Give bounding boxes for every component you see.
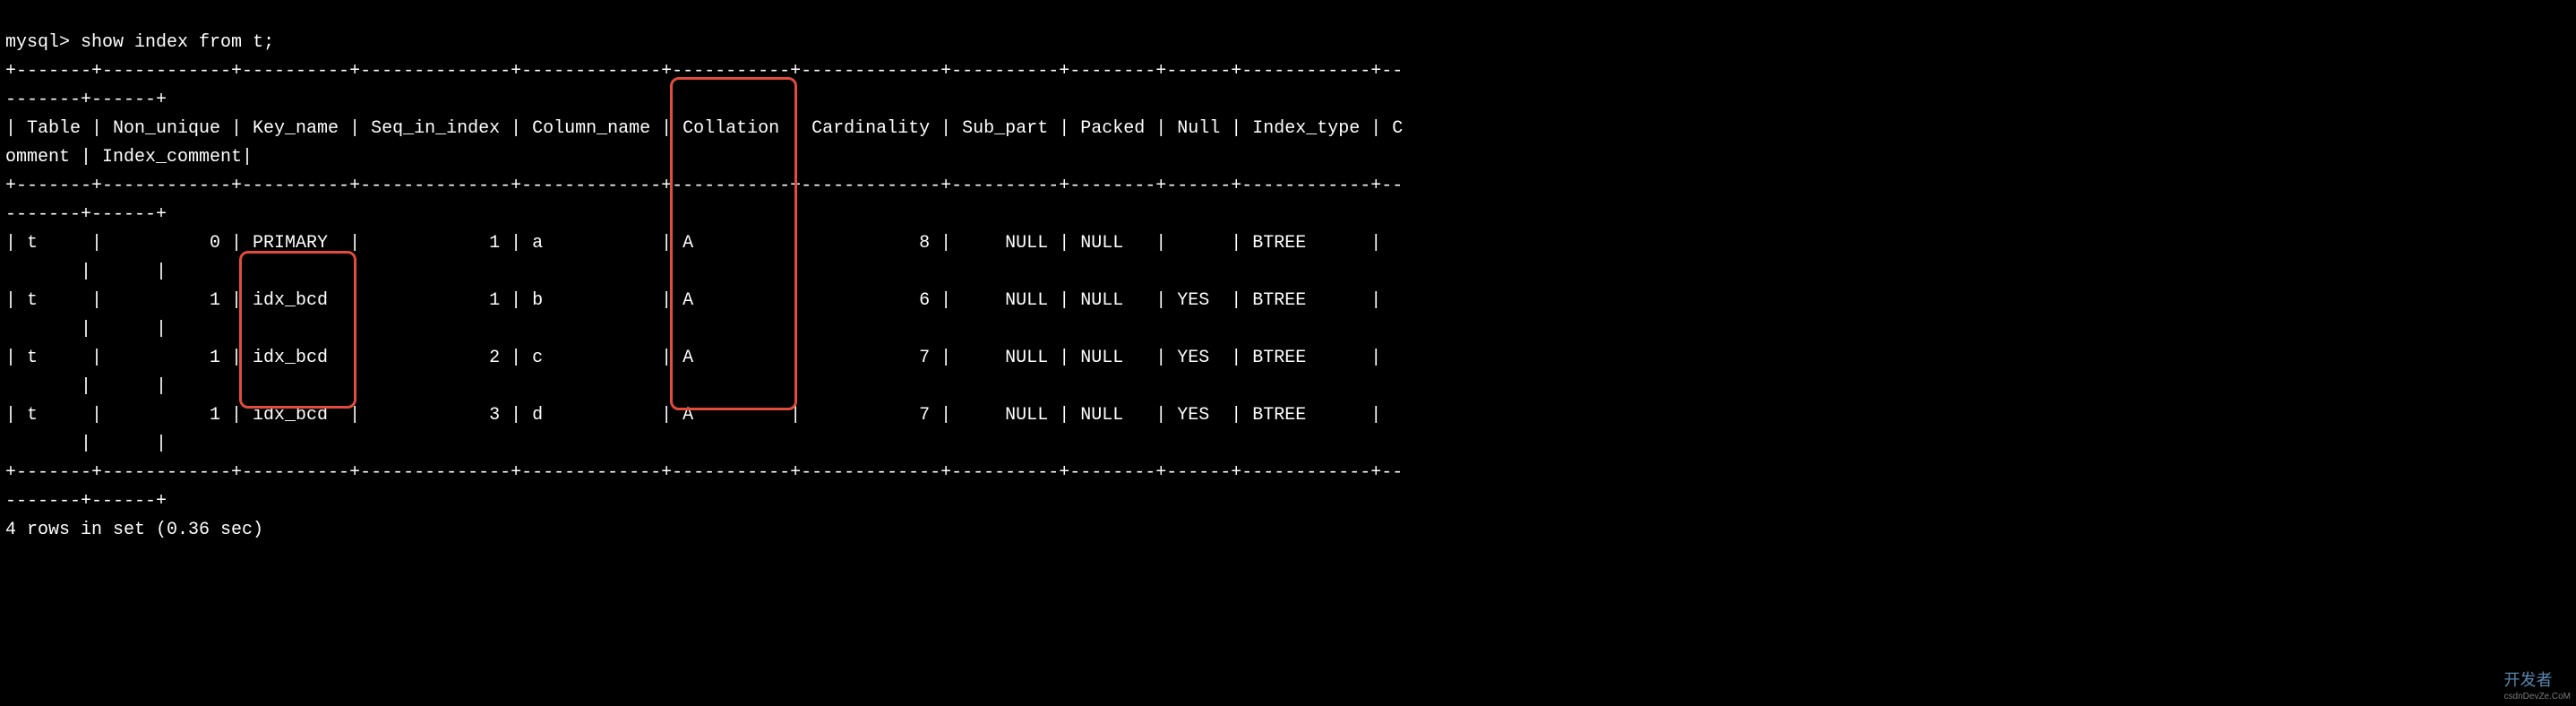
table-border-bottom: +-------+------------+----------+-------… [5, 462, 1403, 512]
table-header-row: | Table | Non_unique | Key_name | Seq_in… [5, 118, 1403, 168]
mysql-terminal: mysql> show index from t; +-------+-----… [0, 0, 2576, 545]
table-border-top: +-------+------------+----------+-------… [5, 61, 1403, 110]
prompt: mysql> show index from t; [5, 32, 274, 53]
table-border-mid: +-------+------------+----------+-------… [5, 176, 1403, 225]
result-footer: 4 rows in set (0.36 sec) [5, 520, 263, 540]
sql-command: show index from t; [81, 32, 274, 53]
watermark: 开发者 csdnDevZe.CoM [2504, 667, 2571, 704]
table-data-rows: | t | 0 | PRIMARY | 1 | a | A | 8 | NULL… [5, 233, 1403, 454]
